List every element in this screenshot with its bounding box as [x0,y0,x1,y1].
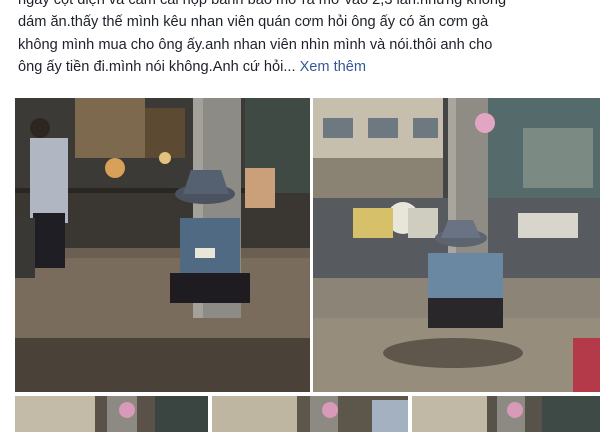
post-text-line: ông ấy tiền đi.mình nói không.Anh cứ hỏi… [18,58,367,75]
photo-thumbnail-2-icon [212,396,408,432]
photo-thumbnail[interactable] [15,396,208,432]
post-text-line: không mình mua cho ông ấy.anh nhan viên … [18,36,493,53]
photo-thumbnail[interactable] [212,396,408,432]
photo-thumbnail-1-icon [15,396,208,432]
photo-main-right[interactable] [313,98,600,392]
photo-thumbnail-3-icon [412,396,600,432]
photo-thumbnail[interactable] [412,396,600,432]
post-text-line: dám ăn.thấy thế mình kêu nhan viên quán … [18,14,489,31]
post-body: ngay cột điện và cầm cái hộp bánh bao mở… [18,0,593,78]
photo-main-left[interactable] [15,98,310,392]
photo-man-sitting-by-pole-right-icon [313,98,600,392]
see-more-link[interactable]: Xem thêm [300,59,367,75]
photo-man-sitting-by-pole-left-icon [15,98,310,392]
post-text-line: ngay cột điện và cầm cái hộp bánh bao mở… [18,0,507,8]
